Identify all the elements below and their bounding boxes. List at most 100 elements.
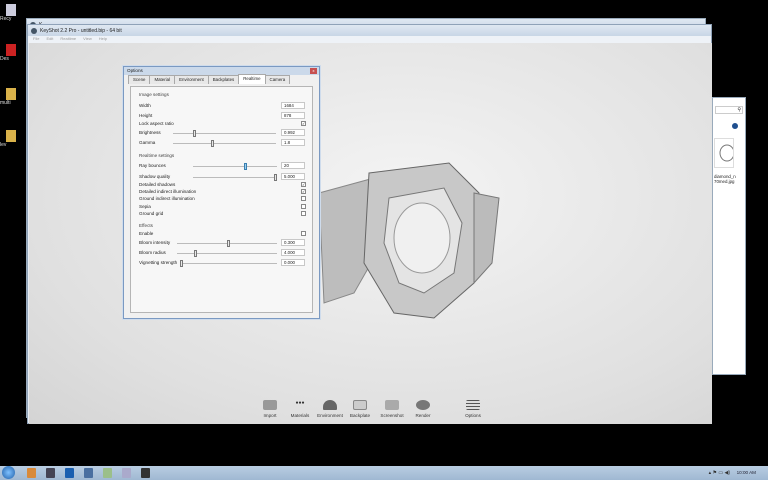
tab-backplates[interactable]: Backplates [207,75,240,84]
menu-bar: File Edit Realtime View Help [28,36,711,43]
tab-camera[interactable]: Camera [264,75,291,84]
slider-thumb[interactable] [180,260,183,267]
file-label[interactable]: diamond_n 70med.jpg [714,174,736,184]
menu-realtime[interactable]: Realtime [60,36,76,43]
materials-button[interactable]: ●●● Materials [285,398,315,418]
help-icon[interactable] [732,123,738,129]
ray-bounces-label: Ray bounces [139,163,166,168]
render-button[interactable]: Render [408,398,438,418]
bloom-intensity-input[interactable]: 0.300 [281,239,305,246]
title-bar: KeyShot 2.2 Pro - untitled.bip - 64 bit [28,25,711,36]
desktop-icon-4[interactable]: lev [0,130,24,148]
height-input[interactable]: 878 [281,112,305,119]
menu-help[interactable]: Help [99,36,107,43]
ray-bounces-input[interactable]: 20 [281,162,305,169]
vignetting-slider[interactable] [180,260,277,267]
app-logo-icon [31,27,37,34]
shadow-quality-label: Shadow quality [139,174,171,179]
options-button[interactable]: Options [458,398,488,418]
taskbar-app-icon[interactable] [65,468,74,478]
slider-thumb[interactable] [193,130,196,137]
backplate-icon [353,400,367,410]
folder-icon [6,88,16,100]
start-button[interactable] [2,466,15,479]
clock[interactable]: 10:00 AM [737,470,756,475]
image-thumbnail[interactable] [714,138,735,168]
teapot-icon [416,400,430,410]
tab-scene[interactable]: Scene [128,75,151,84]
menu-view[interactable]: View [83,36,92,43]
section-realtime-settings: Realtime settings [139,153,175,158]
bloom-radius-slider[interactable] [177,250,277,257]
backplate-button[interactable]: Backplate [345,398,375,418]
check-label: Detailed indirect illumination [139,189,197,195]
search-icon[interactable]: ⚲ [737,107,741,113]
system-tray[interactable]: ▴ ⚑ ▭ ◀) [709,470,730,476]
screenshot-button[interactable]: Screenshot [377,398,407,418]
check-label: Detailed shadows [139,182,176,187]
tab-environment[interactable]: Environment [174,75,209,84]
slider-thumb[interactable] [274,174,277,181]
section-effects: Effects [139,223,153,228]
slider-thumb[interactable] [194,250,198,257]
tab-realtime[interactable]: Realtime [238,74,266,84]
window-title: KeyShot 2.2 Pro - untitled.bip - 64 bit [40,27,122,34]
checkbox[interactable]: ✓ [301,189,306,195]
check-label: Ground grid [139,210,164,216]
taskbar-app-icon[interactable] [46,468,55,478]
menu-file[interactable]: File [33,36,39,43]
ray-bounces-slider[interactable] [193,163,277,170]
vignetting-input[interactable]: 0.000 [281,259,305,266]
gamma-input[interactable]: 1.8 [281,139,305,146]
realtime-panel: Image settings Width 1684 Height 878 Loc… [130,86,313,313]
checkbox[interactable] [301,210,306,216]
vignetting-label: Vignetting strength [139,260,178,265]
taskbar-app-icon[interactable] [141,468,150,478]
tab-material[interactable]: Material [149,75,176,84]
brightness-slider[interactable] [173,130,276,137]
shadow-quality-slider[interactable] [193,174,277,181]
gamma-slider[interactable] [173,140,276,147]
ring-model[interactable] [314,153,514,353]
screenshot-icon [385,400,399,410]
bloom-intensity-label: Bloom intensity [139,240,171,245]
slider-thumb[interactable] [244,163,248,170]
taskbar-app-icon[interactable] [103,468,112,478]
brightness-input[interactable]: 0.992 [281,129,305,136]
slider-thumb[interactable] [227,240,231,247]
environment-button[interactable]: Environment [315,398,345,418]
shadow-quality-input[interactable]: 5.000 [281,173,305,180]
bloom-radius-label: Bloom radius [139,250,166,255]
desktop-icon-recycle-bin[interactable]: Recy [0,4,24,22]
environment-icon [323,400,337,410]
lock-aspect-label: Lock aspect ratio [139,121,174,126]
checkbox[interactable] [301,196,306,202]
lock-aspect-checkbox[interactable]: ✓ [301,121,306,126]
taskbar-app-icon[interactable] [122,468,131,478]
desktop-icon-3[interactable]: multi [0,88,24,106]
checkbox[interactable]: ✓ [301,182,306,187]
explorer-window[interactable]: ⚲ diamond_n 70med.jpg [712,97,746,375]
enable-checkbox[interactable] [301,231,306,236]
import-button[interactable]: Import [255,398,285,418]
gamma-label: Gamma [139,140,156,145]
width-input[interactable]: 1684 [281,102,305,109]
bloom-intensity-slider[interactable] [177,240,277,247]
taskbar: ▴ ⚑ ▭ ◀) 10:00 AM [0,466,768,480]
bloom-radius-input[interactable]: 4.000 [281,249,305,256]
height-label: Height [139,113,153,118]
check-label: Sepia [139,203,151,209]
recycle-bin-icon [6,4,16,16]
taskbar-app-icon[interactable] [27,468,36,478]
bottom-toolbar: Import ●●● Materials Environment Backplat… [29,398,712,422]
width-label: Width [139,103,151,108]
slider-thumb[interactable] [211,140,214,147]
options-icon [466,400,480,410]
enable-label: Enable [139,231,154,236]
taskbar-app-icon[interactable] [84,468,93,478]
menu-edit[interactable]: Edit [46,36,53,43]
close-button[interactable]: x [310,68,317,74]
checkbox[interactable] [301,203,306,209]
folder-icon [6,130,16,142]
desktop-icon-2[interactable]: Des [0,44,24,62]
